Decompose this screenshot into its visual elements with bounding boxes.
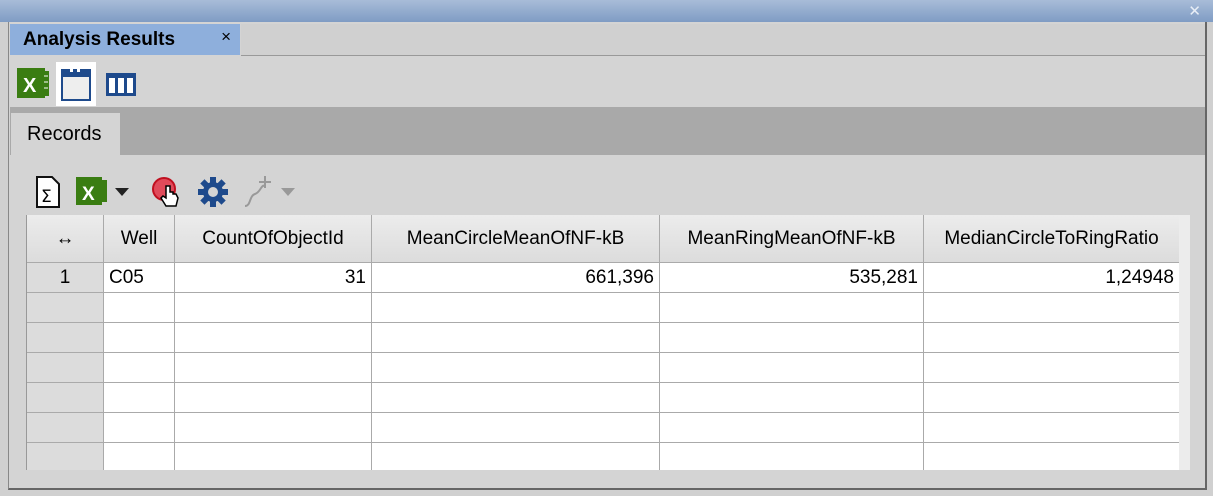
row-header[interactable]: 1 — [27, 262, 104, 293]
column-header-median-ratio[interactable]: MedianCircleToRingRatio — [923, 215, 1180, 263]
table-header-row: ↔ Well CountOfObjectId MeanCircleMeanOfN… — [27, 215, 1180, 263]
settings-gear-icon[interactable] — [197, 176, 229, 208]
tab-title: Analysis Results — [23, 29, 176, 50]
grid-filler — [1179, 215, 1190, 470]
add-curve-dropdown-disabled — [244, 176, 295, 207]
cell-count[interactable]: 31 — [174, 262, 372, 293]
empty-row — [27, 442, 1180, 470]
cell-mean-circle[interactable]: 661,396 — [371, 262, 660, 293]
column-header-mean-circle[interactable]: MeanCircleMeanOfNF-kB — [371, 215, 660, 263]
subtab-strip: Records — [10, 107, 1205, 155]
columns-view-icon[interactable] — [100, 62, 140, 106]
tab-records[interactable]: Records — [11, 113, 120, 155]
svg-text:X: X — [82, 184, 95, 205]
excel-export-dropdown[interactable]: X — [75, 174, 137, 208]
tab-close-icon[interactable]: × — [221, 27, 231, 47]
empty-row — [27, 322, 1180, 353]
analysis-panel: Analysis Results × X Records Σ X ↔ Well … — [8, 22, 1207, 490]
empty-row — [27, 292, 1180, 323]
tab-strip — [241, 24, 1205, 56]
empty-row — [27, 382, 1180, 413]
window-title-bar: ✕ — [0, 0, 1213, 22]
pointer-select-icon[interactable] — [152, 176, 186, 210]
empty-row — [27, 352, 1180, 383]
svg-text:Σ: Σ — [41, 187, 52, 207]
svg-text:X: X — [23, 75, 37, 97]
window-view-icon[interactable] — [56, 62, 96, 106]
close-icon[interactable]: ✕ — [1188, 2, 1201, 20]
excel-icon[interactable]: X — [14, 62, 54, 106]
column-resize-handle[interactable]: ↔ — [27, 215, 104, 263]
column-header-count[interactable]: CountOfObjectId — [174, 215, 372, 263]
tab-analysis-results[interactable]: Analysis Results × — [10, 24, 240, 55]
cell-well[interactable]: C05 — [103, 262, 175, 293]
column-header-well[interactable]: Well — [103, 215, 175, 263]
empty-row — [27, 412, 1180, 443]
records-table: ↔ Well CountOfObjectId MeanCircleMeanOfN… — [26, 215, 1190, 470]
tab-records-label: Records — [27, 123, 102, 145]
column-header-mean-ring[interactable]: MeanRingMeanOfNF-kB — [659, 215, 924, 263]
cell-mean-ring[interactable]: 535,281 — [659, 262, 924, 293]
cell-median-ratio[interactable]: 1,24948 — [923, 262, 1180, 293]
sum-document-icon[interactable]: Σ — [34, 175, 62, 209]
table-row[interactable]: 1 C05 31 661,396 535,281 1,24948 — [27, 262, 1180, 293]
